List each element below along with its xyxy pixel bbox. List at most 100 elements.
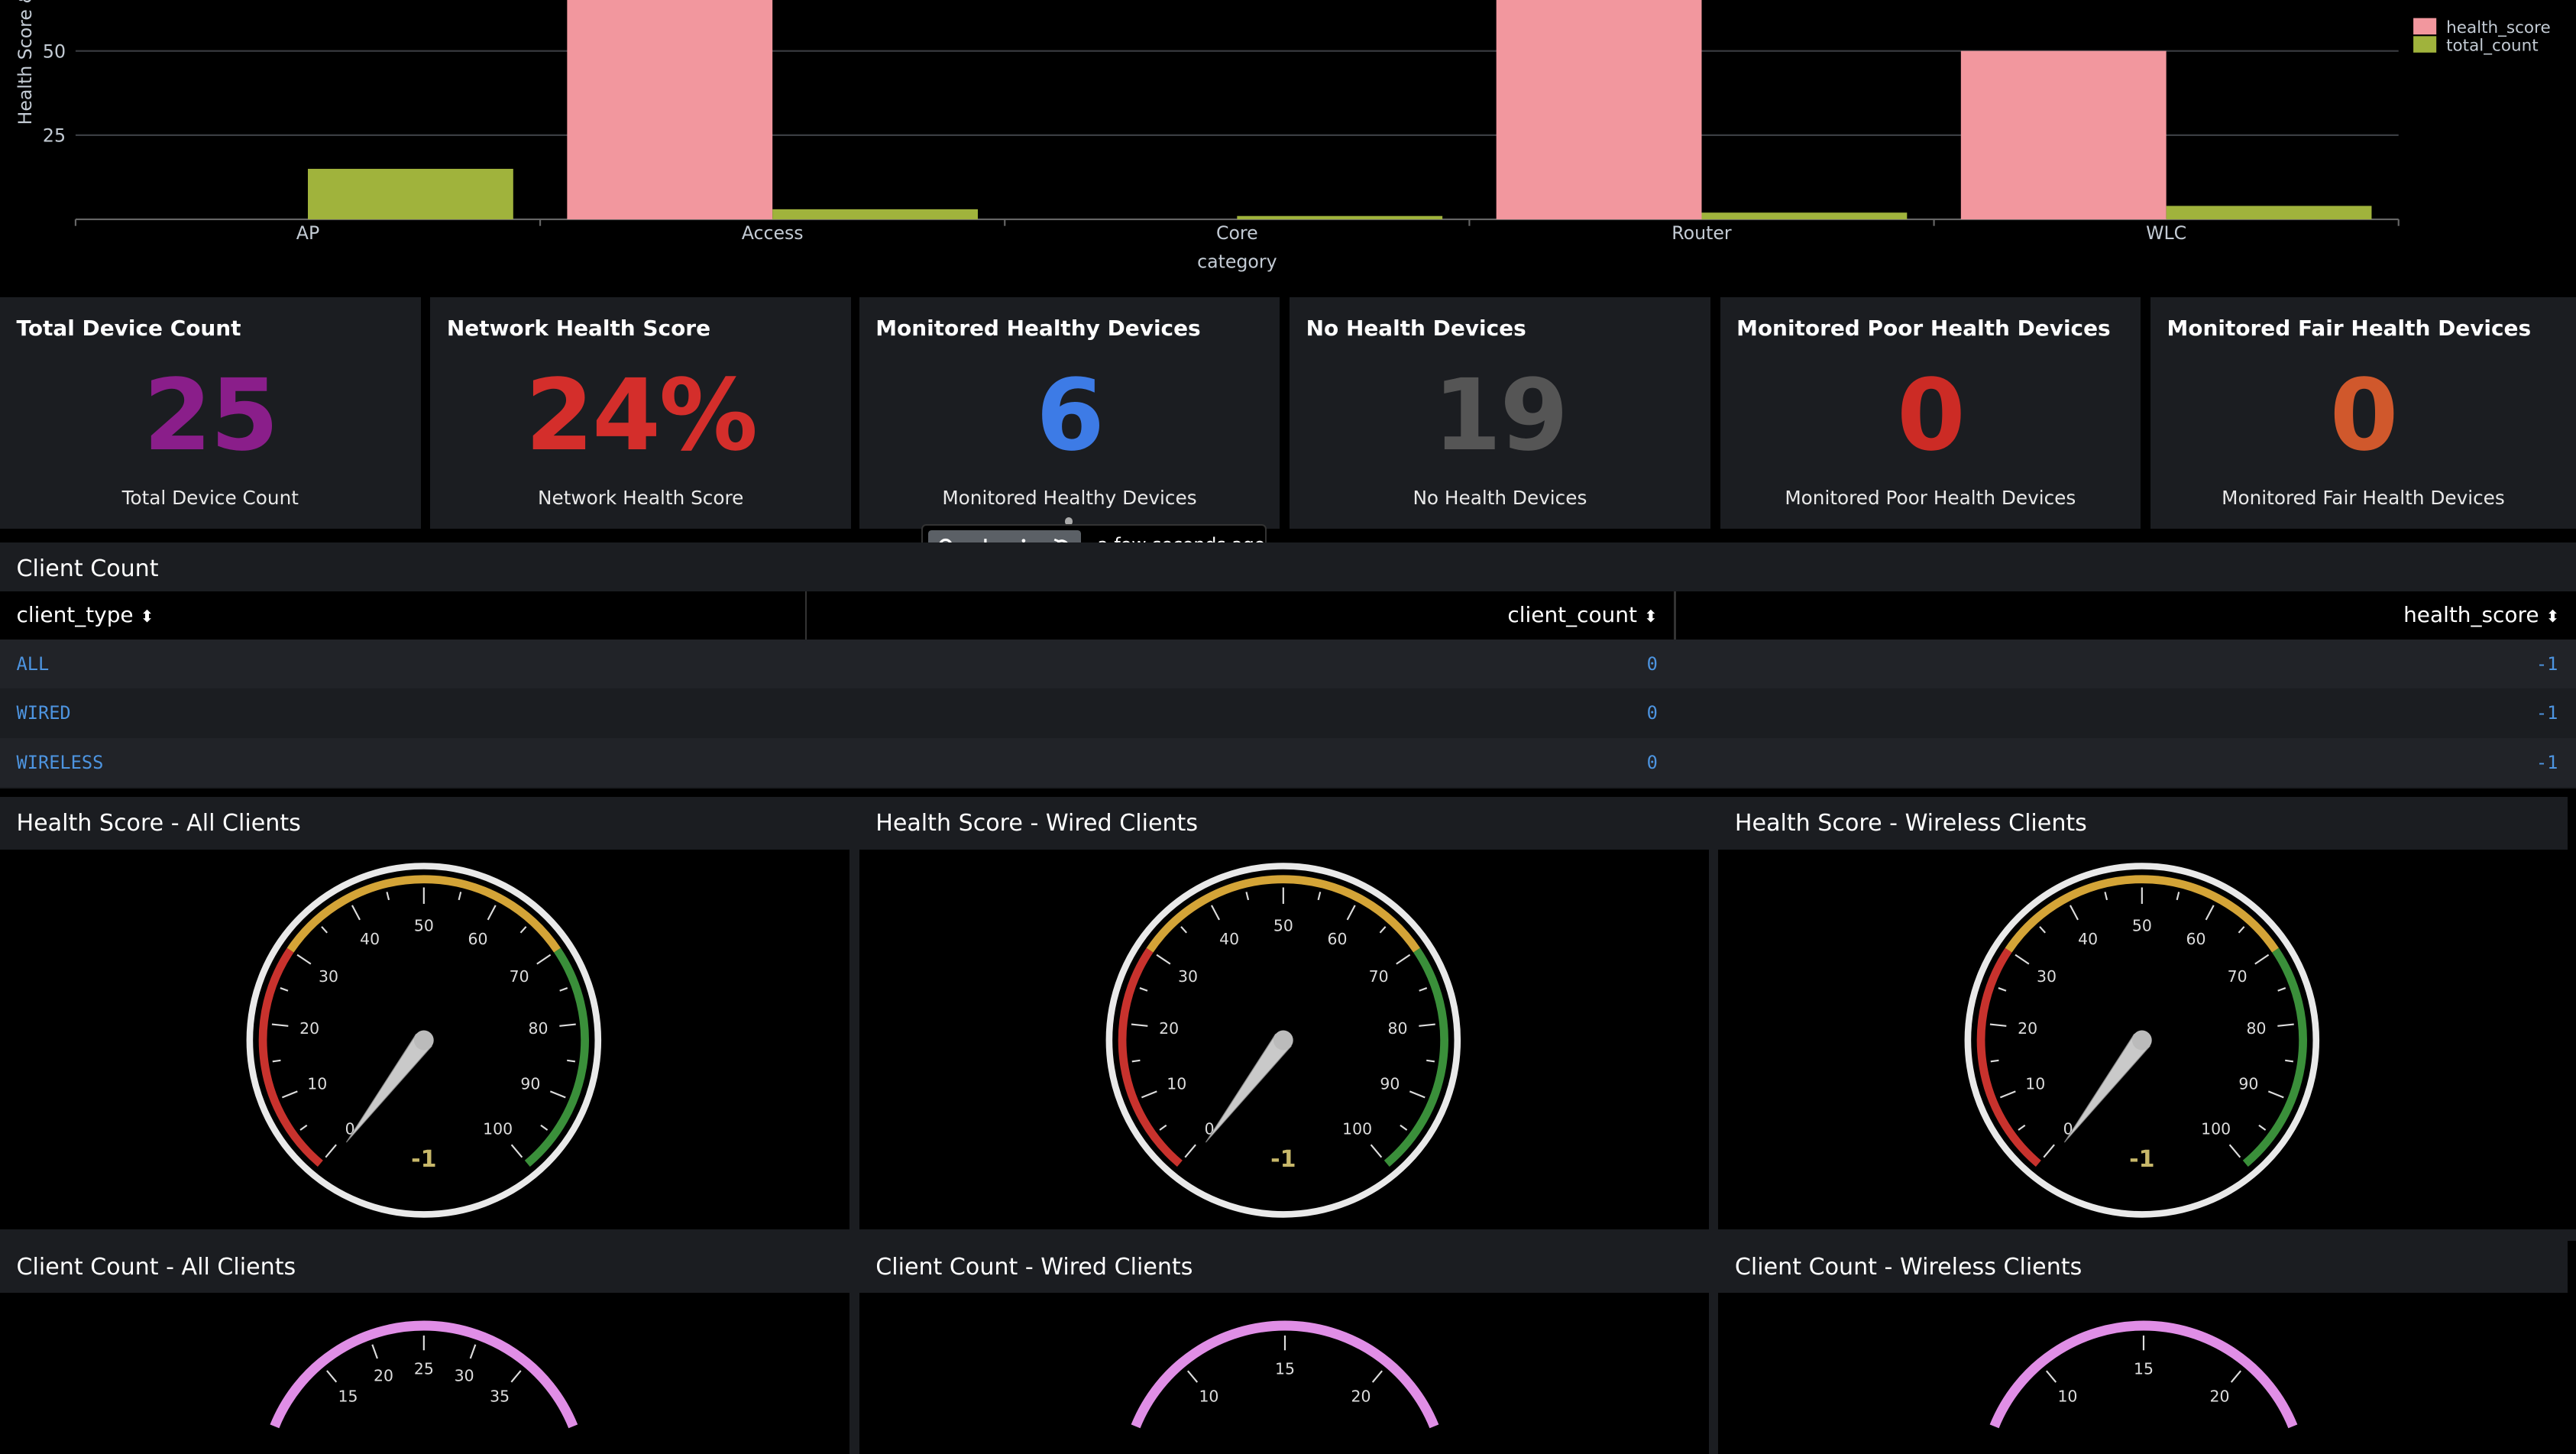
y-tick-label: 50	[43, 40, 66, 62]
single-value-number[interactable]: 19	[1290, 366, 1710, 465]
gauge-tick	[536, 954, 552, 965]
cell-client-type[interactable]: WIRELESS	[17, 738, 104, 788]
gauge-tick-label: 30	[2037, 967, 2057, 986]
gauge-tick	[1131, 1023, 1148, 1027]
panel-title: Monitored Fair Health Devices	[2167, 315, 2532, 341]
x-tick-label: Router	[1671, 222, 1732, 244]
gauge-tick	[1418, 986, 1427, 992]
gauge-tick-label: 50	[2132, 916, 2152, 934]
cell-client-count[interactable]: 0	[1647, 640, 1658, 689]
cell-client-type[interactable]: ALL	[17, 640, 50, 689]
gauge-tick-label: 25	[414, 1360, 434, 1378]
gauge-tick	[1159, 1124, 1167, 1131]
single-value-panel: Network Health Score 24% Network Health Sc…	[430, 297, 851, 529]
gauge-value: -1	[411, 1146, 436, 1173]
panel-title: Client Count - All Clients	[16, 1253, 296, 1281]
cell-client-count[interactable]: 0	[1647, 688, 1658, 738]
gauge-tick	[1184, 1144, 1196, 1158]
panel-gap	[1708, 796, 1719, 1454]
column-header-health-score[interactable]: health_score ⬍	[2403, 591, 2559, 639]
gauge-tick	[2205, 905, 2215, 921]
single-value-caption: Monitored Healthy Devices	[942, 486, 1197, 509]
y-tick-label: 25	[43, 125, 66, 146]
legend-swatch	[2413, 18, 2437, 35]
column-header-client-type[interactable]: client_type ⬍	[17, 591, 154, 639]
gauge-tick	[2277, 1023, 2295, 1027]
bar-total_count-router[interactable]	[1701, 212, 1908, 220]
cell-client-type[interactable]: WIRED	[17, 688, 71, 738]
gauge-tick-label: 40	[1219, 930, 1239, 948]
single-value-caption: Network Health Score	[538, 486, 744, 509]
bar-health_score-wlc[interactable]	[1960, 50, 2167, 220]
panel-title-bar: Health Score - Wireless Clients	[1718, 796, 2568, 850]
gauge-tick-label: 50	[1273, 916, 1293, 934]
panel-title-bar: Client Count - All Clients	[0, 1240, 849, 1294]
bar-health_score-access[interactable]	[567, 0, 773, 220]
gauge-tick	[559, 1023, 576, 1027]
single-value-caption: Total Device Count	[121, 486, 299, 509]
gauge-tick-label: 80	[529, 1019, 549, 1038]
table-row[interactable]: WIRELESS 0 -1	[0, 737, 2576, 788]
single-value-number[interactable]: 0	[1720, 366, 2141, 465]
table-row[interactable]: WIRED 0 -1	[0, 688, 2576, 738]
x-axis-label: category	[1197, 251, 1277, 273]
panel-gap	[0, 1229, 2576, 1241]
cell-client-count[interactable]: 0	[1647, 738, 1658, 788]
bar-chart-svg: 25 50 Health Score & AP Access Core Router WLC c…	[15, 0, 2551, 273]
gauge-tick-label: 20	[299, 1019, 319, 1038]
bar-total_count-ap[interactable]	[308, 168, 513, 220]
gauge-needle-hub	[413, 1030, 434, 1051]
panel-title: Client Count - Wired Clients	[875, 1253, 1193, 1281]
gauge-tick-label: 40	[360, 930, 380, 948]
gauge-tick	[1371, 1370, 1383, 1384]
single-value-number[interactable]: 24%	[430, 366, 851, 465]
gauge-tick-label: 50	[414, 916, 434, 934]
gauge-band-green	[524, 947, 589, 1167]
single-value-panel: No Health Devices 19 No Health Devices	[1290, 297, 1710, 529]
table-header: client_type ⬍ client_count ⬍ health_scor…	[0, 591, 2576, 640]
cell-health-score[interactable]: -1	[2536, 688, 2558, 738]
gauge-needle-hub	[2132, 1030, 2153, 1051]
gauge-tick	[519, 925, 527, 934]
cell-health-score[interactable]: -1	[2536, 640, 2558, 689]
gauge-tick-label: 0	[345, 1119, 355, 1138]
bar-health_score-router[interactable]	[1496, 0, 1702, 220]
gauge-tick	[1346, 905, 1356, 921]
x-tick-label: Access	[742, 222, 804, 244]
cell-health-score[interactable]: -1	[2536, 738, 2558, 788]
single-value-number[interactable]: 0	[2150, 366, 2576, 465]
gauge-tick	[510, 1370, 522, 1383]
radial-gauge: 0 10 20 30 40 50 60 70 80 90 100 -1	[1105, 863, 1461, 1218]
table-row[interactable]: ALL 0 -1	[0, 639, 2576, 689]
sort-icon: ⬍	[140, 607, 154, 627]
single-value-panel: Monitored Poor Health Devices 0 Monitored …	[1720, 297, 2141, 529]
gauge-tick-label: 10	[2026, 1074, 2046, 1093]
gauge-band-green	[2243, 947, 2308, 1167]
bar-total_count-wlc[interactable]	[2166, 206, 2372, 220]
gauge-tick	[469, 1344, 477, 1359]
x-tick-label: WLC	[2146, 222, 2186, 244]
column-divider	[1674, 591, 1676, 640]
column-header-client-count[interactable]: client_count ⬍	[1507, 591, 1657, 639]
gauge-tick	[325, 1144, 337, 1158]
gauge-tick	[326, 1370, 338, 1383]
bar-total_count-core[interactable]	[1237, 215, 1443, 220]
bar-total_count-access[interactable]	[772, 209, 978, 220]
gauge-tick-label: 100	[1342, 1119, 1372, 1138]
sort-icon: ⬍	[2545, 607, 2560, 627]
single-value-number[interactable]: 25	[0, 366, 421, 465]
gauge-tick	[2231, 1370, 2242, 1384]
legend-label[interactable]: total_count	[2446, 37, 2539, 56]
gauge-tick	[2104, 891, 2108, 900]
gauge-value: -1	[1270, 1146, 1296, 1173]
panel-gap	[849, 796, 859, 1454]
single-value-number[interactable]: 6	[859, 366, 1280, 465]
gauge-tick-label: 60	[1327, 930, 1347, 948]
gauge-tick	[271, 1023, 289, 1027]
legend-label[interactable]: health_score	[2446, 18, 2551, 37]
single-value-caption: Monitored Poor Health Devices	[1785, 486, 2076, 509]
gauge-tick	[1370, 1144, 1382, 1158]
gauge-tick	[2046, 1370, 2057, 1384]
gauge-tick-label: 15	[1275, 1360, 1295, 1378]
gauge-tick-label: 100	[483, 1119, 513, 1138]
